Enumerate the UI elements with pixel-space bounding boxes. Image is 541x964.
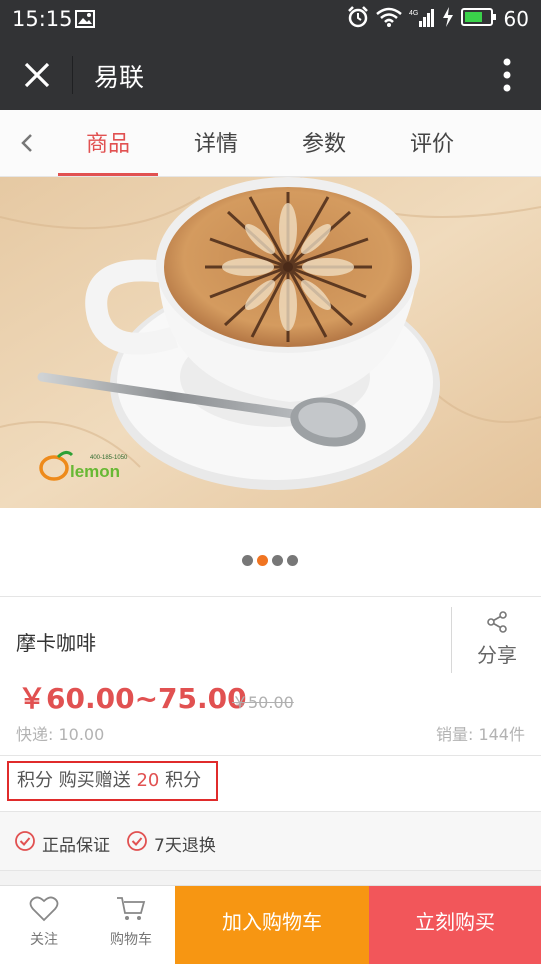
guarantee-return: 7天退换 [126, 830, 216, 857]
carousel-dot[interactable] [272, 555, 283, 566]
heart-icon [29, 896, 59, 926]
tab-params[interactable]: 参数 [274, 126, 374, 176]
check-circle-icon [126, 830, 148, 857]
shipping-fee: 快递: 10.00 [16, 725, 105, 744]
image-notification-icon [75, 10, 95, 32]
carousel-dot[interactable] [287, 555, 298, 566]
buy-now-button[interactable]: 立刻购买 [369, 886, 541, 964]
carousel-dot-active[interactable] [257, 555, 268, 566]
product-image[interactable]: lemon 400-185-1050 [0, 177, 541, 508]
status-bar: 15:15 4G 60 [0, 0, 541, 40]
guarantee-row: 正品保证 7天退换 [0, 812, 541, 871]
page-title: 易联 [94, 63, 145, 92]
points-row: 积分 购买赠送 20 积分 [0, 756, 541, 812]
svg-text:400-185-1050: 400-185-1050 [90, 455, 128, 461]
cart-icon [116, 897, 146, 926]
points-amount: 20 [136, 770, 160, 791]
share-button[interactable]: 分享 [466, 611, 528, 668]
title-bar: 易联 [0, 40, 541, 110]
follow-label: 关注 [30, 932, 58, 948]
cart-label: 购物车 [110, 932, 152, 948]
status-time: 15:15 [12, 7, 73, 31]
cart-button[interactable]: 购物车 [98, 896, 164, 949]
product-price: ￥60.00~75.00 [18, 682, 247, 715]
points-label: 积分 购买赠送 [17, 770, 137, 791]
share-label: 分享 [477, 643, 517, 667]
product-tabs: 商品 详情 参数 评价 [0, 110, 541, 177]
battery-icon [460, 7, 497, 31]
product-info: 摩卡咖啡 分享 ￥60.00~75.00 ￥50.00 快递: 10.00 销量… [0, 597, 541, 756]
guarantee-label: 7天退换 [154, 836, 216, 856]
battery-level: 60 [503, 7, 529, 31]
follow-button[interactable]: 关注 [11, 896, 77, 949]
carousel-dot[interactable] [242, 555, 253, 566]
points-reward: 积分 购买赠送 20 积分 [7, 761, 218, 801]
tab-goods[interactable]: 商品 [58, 126, 158, 176]
share-divider [451, 607, 452, 673]
more-options-icon[interactable] [503, 58, 511, 96]
guarantee-label: 正品保证 [42, 836, 110, 856]
sales-count: 销量: 144件 [435, 725, 525, 744]
check-circle-icon [14, 830, 36, 857]
svg-text:lemon: lemon [70, 462, 120, 481]
product-name: 摩卡咖啡 [16, 631, 96, 655]
original-price: ￥50.00 [232, 693, 294, 712]
points-suffix: 积分 [159, 770, 202, 791]
alarm-icon [347, 6, 369, 32]
wifi-icon [375, 7, 402, 31]
tab-details[interactable]: 详情 [166, 126, 266, 176]
tab-reviews[interactable]: 评价 [382, 126, 482, 176]
charging-icon [442, 7, 454, 31]
carousel-dots [242, 555, 298, 566]
title-divider [72, 56, 73, 94]
guarantee-authentic: 正品保证 [14, 830, 110, 857]
share-icon [486, 611, 508, 637]
signal-icon: 4G [409, 7, 435, 31]
gallery-indicator-area [0, 508, 541, 597]
svg-text:4G: 4G [409, 10, 418, 17]
back-chevron-icon[interactable] [19, 132, 35, 158]
add-to-cart-button[interactable]: 加入购物车 [175, 886, 369, 964]
close-icon[interactable] [22, 60, 52, 94]
bottom-action-bar: 关注 购物车 加入购物车 立刻购买 [0, 885, 541, 964]
